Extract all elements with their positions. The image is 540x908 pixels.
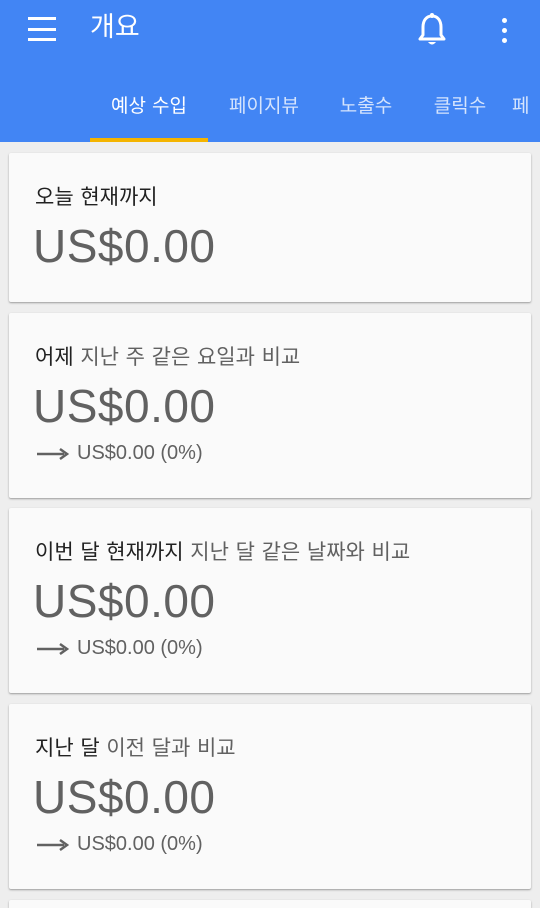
tab-bar: 예상 수입 페이지뷰 노출수 클릭수 페 (0, 80, 540, 142)
tab-estimated-earnings[interactable]: 예상 수입 (90, 80, 208, 142)
card-title-subtitle: 이전 달과 비교 (106, 736, 236, 760)
comparison: US$0.00 (0%) (37, 833, 203, 856)
card-title: 어제 지난 주 같은 요일과 비교 (35, 341, 300, 371)
arrow-right-icon (37, 447, 69, 460)
comparison-value: US$0.00 (0%) (77, 833, 203, 855)
app-bar: 개요 예상 수입 페이지뷰 노출수 클릭수 페 (0, 0, 540, 142)
comparison-value: US$0.00 (0%) (77, 637, 203, 659)
comparison: US$0.00 (0%) (37, 442, 203, 465)
card-today[interactable]: 오늘 현재까지 US$0.00 (9, 153, 531, 302)
card-title-subtitle: 지난 달 같은 날짜와 비교 (190, 540, 411, 564)
tab-impressions[interactable]: 노출수 (322, 80, 410, 142)
card-yesterday[interactable]: 어제 지난 주 같은 요일과 비교 US$0.00 US$0.00 (0%) (9, 313, 531, 498)
more-vert-icon[interactable] (490, 10, 518, 50)
bell-icon[interactable] (414, 10, 450, 50)
hamburger-menu-icon[interactable] (22, 14, 62, 44)
page-title: 개요 (90, 12, 140, 43)
arrow-right-icon (37, 642, 69, 655)
tab-pageviews[interactable]: 페이지뷰 (214, 80, 314, 142)
card-title: 지난 달 이전 달과 비교 (35, 732, 236, 762)
card-title: 오늘 현재까지 (35, 181, 158, 211)
card-title-main: 이번 달 현재까지 (35, 540, 184, 564)
earnings-value: US$0.00 (33, 771, 216, 823)
arrow-right-icon (37, 838, 69, 851)
earnings-value: US$0.00 (33, 220, 216, 272)
comparison-value: US$0.00 (0%) (77, 442, 203, 464)
card-next-partial[interactable] (9, 900, 531, 908)
earnings-value: US$0.00 (33, 575, 216, 627)
comparison: US$0.00 (0%) (37, 637, 203, 660)
card-month-to-date[interactable]: 이번 달 현재까지 지난 달 같은 날짜와 비교 US$0.00 US$0.00… (9, 508, 531, 693)
card-title-main: 어제 (35, 345, 74, 369)
card-title: 이번 달 현재까지 지난 달 같은 날짜와 비교 (35, 536, 410, 566)
tab-partial[interactable]: 페 (512, 80, 540, 142)
card-title-subtitle: 지난 주 같은 요일과 비교 (80, 345, 301, 369)
earnings-value: US$0.00 (33, 380, 216, 432)
tab-clicks[interactable]: 클릭수 (418, 80, 502, 142)
card-title-main: 오늘 현재까지 (35, 185, 158, 209)
card-last-month[interactable]: 지난 달 이전 달과 비교 US$0.00 US$0.00 (0%) (9, 704, 531, 889)
tab-indicator (90, 138, 208, 142)
card-title-main: 지난 달 (35, 736, 100, 760)
